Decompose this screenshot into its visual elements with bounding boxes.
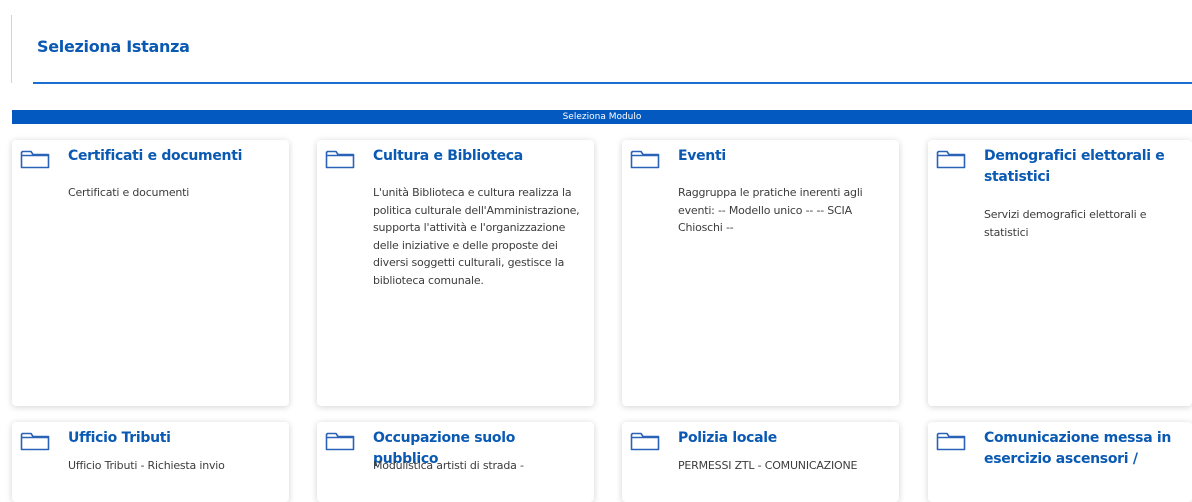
card-title: Polizia locale [678,430,778,446]
card-description: Modulistica artisti di strada - [373,459,524,472]
folder-icon [325,150,355,169]
folder-icon [630,150,660,169]
module-card-cultura[interactable]: Cultura e Biblioteca L'unità Biblioteca … [317,140,594,406]
card-description: PERMESSI ZTL - COMUNICAZIONE [678,459,858,472]
card-description: Ufficio Tributi - Richiesta invio [68,459,225,472]
card-title: Demografici elettorali e statistici [984,148,1165,185]
module-bar: Seleziona Modulo [12,110,1192,124]
card-description: Certificati e documenti [68,186,190,199]
page-title: Seleziona Istanza [37,37,190,56]
card-description: Servizi demografici elettorali e statist… [984,208,1147,239]
folder-icon [936,432,966,451]
folder-icon [936,150,966,169]
folder-icon [20,150,50,169]
card-title: Certificati e documenti [68,148,243,164]
title-underline [33,82,1192,84]
module-card-demografici[interactable]: Demografici elettorali e statistici Serv… [928,140,1192,406]
card-title: Comunicazione messa in esercizio ascenso… [984,430,1172,467]
card-title: Ufficio Tributi [68,430,171,446]
folder-icon [20,432,50,451]
card-title: Cultura e Biblioteca [373,148,523,164]
card-description: L'unità Biblioteca e cultura realizza la… [373,186,580,287]
module-card-ascensori[interactable]: Comunicazione messa in esercizio ascenso… [928,422,1192,502]
module-card-tributi[interactable]: Ufficio Tributi Ufficio Tributi - Richie… [12,422,289,502]
card-title: Eventi [678,148,726,164]
module-card-certificati[interactable]: Certificati e documenti Certificati e do… [12,140,289,406]
card-description: Raggruppa le pratiche inerenti agli even… [678,186,863,234]
module-card-eventi[interactable]: Eventi Raggruppa le pratiche inerenti ag… [622,140,899,406]
module-card-occupazione[interactable]: Occupazione suolo pubblico Modulistica a… [317,422,594,502]
folder-icon [325,432,355,451]
module-card-polizia[interactable]: Polizia locale PERMESSI ZTL - COMUNICAZI… [622,422,899,502]
folder-icon [630,432,660,451]
left-divider [11,15,12,83]
